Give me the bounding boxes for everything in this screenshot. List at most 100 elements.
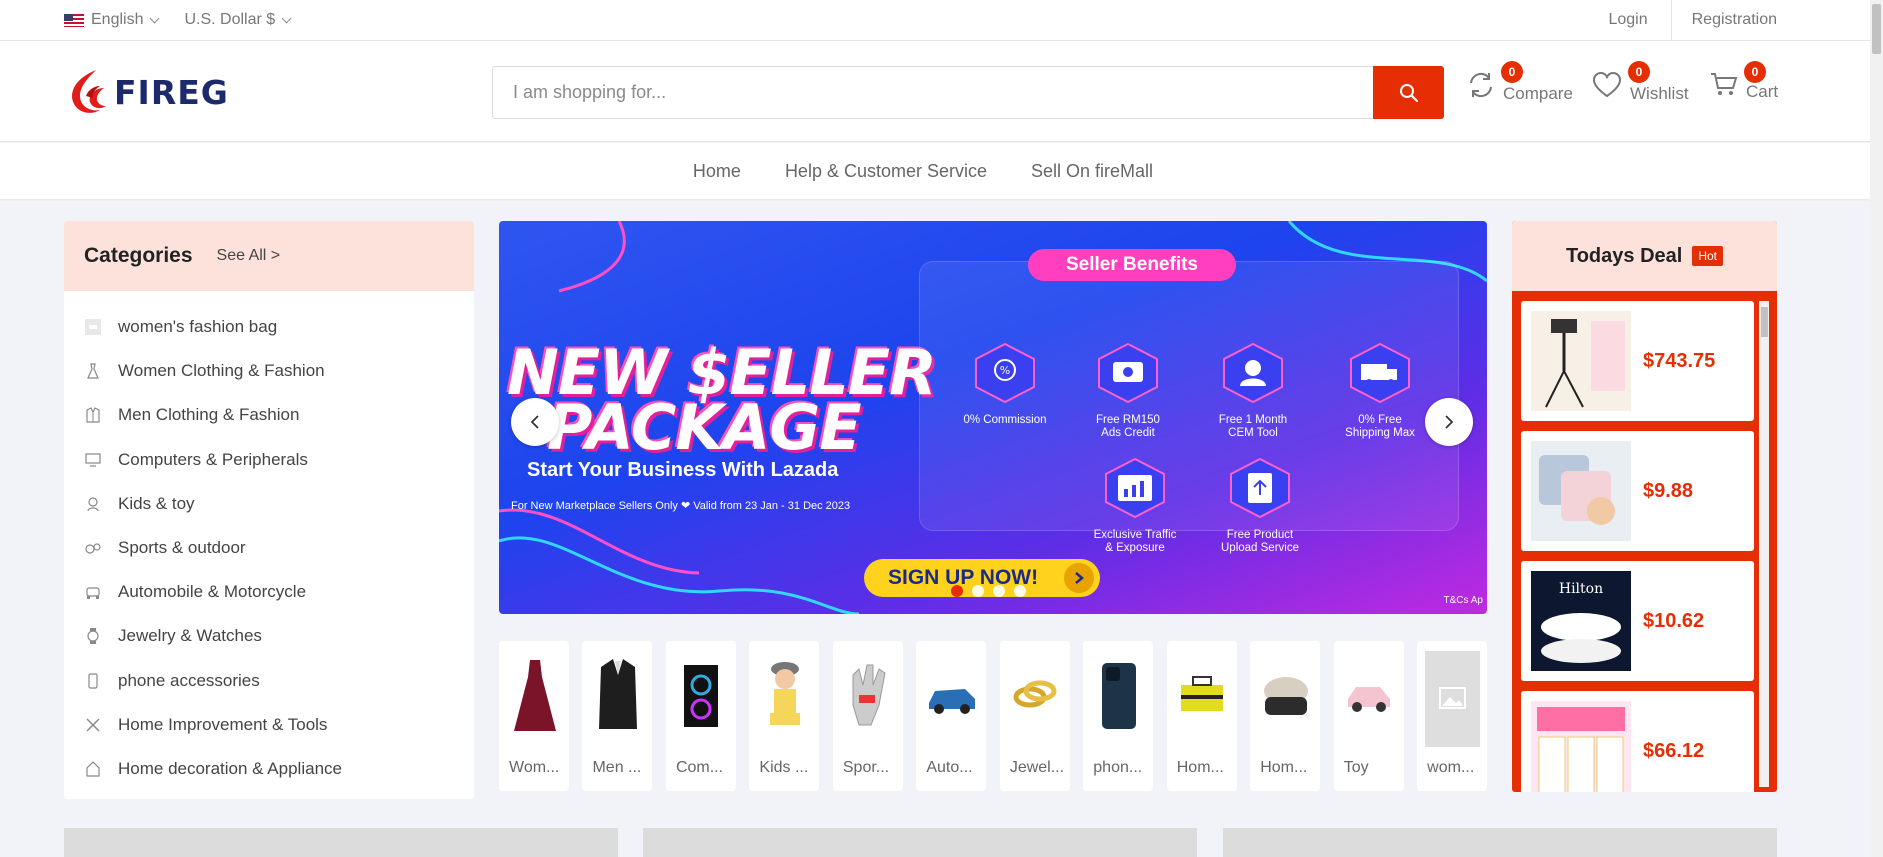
toy-icon xyxy=(84,495,102,513)
car-image xyxy=(924,651,979,739)
benefit-item: 0% Free Shipping Max xyxy=(1325,342,1435,440)
carousel-dots xyxy=(951,585,1026,597)
category-item[interactable]: Automobile & Motorcycle xyxy=(64,570,474,614)
category-item[interactable]: Kids & toy xyxy=(64,482,474,526)
promo-card[interactable] xyxy=(64,828,618,857)
watch-icon xyxy=(84,627,102,645)
category-list: women's fashion bag Women Clothing & Fas… xyxy=(64,291,474,791)
main-header: FIREG Compare 0 Wishlist 0 xyxy=(0,41,1870,142)
currency-selector[interactable]: U.S. Dollar $ xyxy=(184,11,292,29)
tripod-image xyxy=(1531,311,1631,411)
benefit-item: Exclusive Traffic & Exposure xyxy=(1080,457,1190,555)
sports-icon xyxy=(84,539,102,557)
carousel-dot[interactable] xyxy=(951,585,963,597)
carousel-dot[interactable] xyxy=(972,585,984,597)
category-thumb[interactable]: Com... xyxy=(665,641,736,791)
promo-banner-carousel[interactable]: NEW $ELLER PACKAGE Start Your Business W… xyxy=(499,221,1487,614)
suit-icon xyxy=(84,406,102,424)
phone-icon xyxy=(84,672,102,690)
benefit-item: Free RM150 Ads Credit xyxy=(1073,342,1183,440)
wishlist-count-badge: 0 xyxy=(1628,61,1650,83)
promo-card[interactable] xyxy=(643,828,1197,857)
promo-card[interactable] xyxy=(1223,828,1777,857)
site-logo[interactable]: FIREG xyxy=(66,66,229,118)
category-thumb[interactable]: phon... xyxy=(1083,641,1154,791)
category-item[interactable]: Jewelry & Watches xyxy=(64,614,474,658)
carousel-prev-button[interactable] xyxy=(511,398,559,446)
traffic-chart-icon xyxy=(1105,457,1165,519)
deal-card[interactable]: $743.75 xyxy=(1521,301,1754,421)
categories-title: Categories xyxy=(84,244,193,267)
currency-label: U.S. Dollar $ xyxy=(184,11,276,28)
benefit-label: Free 1 Month CEM Tool xyxy=(1218,414,1288,439)
category-thumbnail-strip: Wom... Men ... Com... Kids ... Spor... A… xyxy=(499,641,1488,791)
category-item[interactable]: Women Clothing & Fashion xyxy=(64,349,474,393)
deal-scrollbar[interactable] xyxy=(1753,291,1777,792)
benefit-item: Free 1 Month CEM Tool xyxy=(1198,342,1308,440)
deal-card[interactable]: $9.88 xyxy=(1521,431,1754,551)
diapers-image xyxy=(1531,701,1631,792)
category-thumb[interactable]: Hom... xyxy=(1166,641,1237,791)
compare-label: Compare xyxy=(1503,84,1573,103)
scrollbar-thumb[interactable] xyxy=(1761,307,1768,337)
category-item[interactable]: Home Improvement & Tools xyxy=(64,703,474,747)
category-thumb[interactable]: Men ... xyxy=(582,641,653,791)
category-item[interactable]: phone accessories xyxy=(64,659,474,703)
banner-fine-print: For New Marketplace Sellers Only ❤ Valid… xyxy=(511,500,851,512)
support-agent-icon xyxy=(1223,342,1283,404)
category-thumb[interactable]: Spor... xyxy=(832,641,903,791)
deal-card[interactable]: $66.12 xyxy=(1521,691,1754,792)
search-button[interactable] xyxy=(1373,66,1444,119)
page-scrollbar[interactable] xyxy=(1870,0,1883,857)
category-label: Jewelry & Watches xyxy=(118,626,262,646)
category-item[interactable]: Computers & Peripherals xyxy=(64,438,474,482)
svg-text:Hilton: Hilton xyxy=(1559,581,1603,597)
category-thumb[interactable]: Hom... xyxy=(1250,641,1321,791)
thumb-label: Hom... xyxy=(1260,759,1308,776)
thumb-label: Spor... xyxy=(842,759,890,776)
category-thumb[interactable]: wom... xyxy=(1417,641,1488,791)
category-thumb[interactable]: Auto... xyxy=(916,641,987,791)
see-all-link[interactable]: See All > xyxy=(217,247,281,265)
category-item[interactable]: Sports & outdoor xyxy=(64,526,474,570)
thumb-label: Wom... xyxy=(509,759,560,776)
category-label: women's fashion bag xyxy=(118,317,278,337)
category-thumb[interactable]: Toy xyxy=(1333,641,1404,791)
deal-price: $66.12 xyxy=(1643,739,1705,762)
cart-count-badge: 0 xyxy=(1744,61,1766,83)
category-thumb[interactable]: Kids ... xyxy=(749,641,820,791)
search-input[interactable] xyxy=(492,66,1373,119)
seller-benefits-box: Seller Benefits % 0% Commission Free RM1… xyxy=(919,249,1459,554)
language-selector[interactable]: English xyxy=(64,11,160,29)
nav-sell-on-firemall[interactable]: Sell On fireMall xyxy=(1031,161,1153,182)
cart-link[interactable]: Cart 0 xyxy=(1710,61,1778,101)
category-item[interactable]: women's fashion bag xyxy=(64,305,474,349)
category-item[interactable]: Men Clothing & Fashion xyxy=(64,393,474,437)
benefit-label: Exclusive Traffic & Exposure xyxy=(1093,529,1177,554)
category-item[interactable]: Home decoration & Appliance xyxy=(64,747,474,791)
thumb-label: wom... xyxy=(1427,759,1475,776)
toolbox-image xyxy=(1175,651,1230,739)
carousel-dot[interactable] xyxy=(1014,585,1026,597)
carousel-next-button[interactable] xyxy=(1425,398,1473,446)
compare-icon xyxy=(1470,72,1492,98)
scrollbar-thumb[interactable] xyxy=(1872,4,1881,54)
category-thumb[interactable]: Wom... xyxy=(499,641,569,791)
deal-price: $9.88 xyxy=(1643,479,1694,502)
nav-home[interactable]: Home xyxy=(693,161,741,182)
benefit-item: Free Product Upload Service xyxy=(1205,457,1315,555)
dress-icon xyxy=(84,362,102,380)
thumb-label: Jewel... xyxy=(1009,759,1065,776)
todays-deal-header: Todays Deal Hot xyxy=(1512,221,1777,291)
compare-link[interactable]: Compare 0 xyxy=(1467,61,1573,103)
dress-image xyxy=(507,651,562,739)
category-thumb[interactable]: Jewel... xyxy=(999,641,1070,791)
nav-help-customer-service[interactable]: Help & Customer Service xyxy=(785,161,987,182)
ads-credit-icon xyxy=(1098,342,1158,404)
deal-card[interactable]: Hilton $10.62 xyxy=(1521,561,1754,681)
login-link[interactable]: Login xyxy=(1608,11,1670,29)
wishlist-link[interactable]: Wishlist 0 xyxy=(1592,61,1689,103)
carousel-dot[interactable] xyxy=(993,585,1005,597)
pc-case-image xyxy=(674,651,729,739)
registration-link[interactable]: Registration xyxy=(1672,11,1777,29)
